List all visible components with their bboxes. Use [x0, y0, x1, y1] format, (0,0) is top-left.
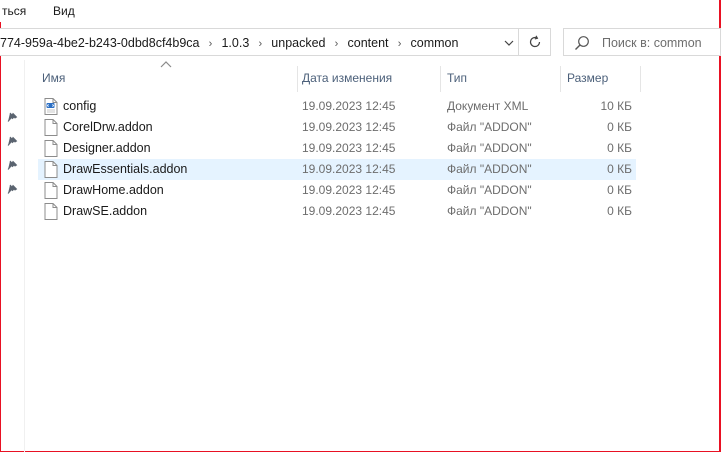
column-header-size[interactable]: Размер [563, 66, 639, 90]
chevron-right-icon[interactable]: › [249, 38, 271, 50]
chevron-right-icon[interactable]: › [326, 38, 348, 50]
file-date: 19.09.2023 12:45 [302, 141, 396, 155]
menu-bar: ться Вид [0, 0, 719, 22]
chevron-right-icon[interactable]: › [199, 38, 221, 50]
column-divider[interactable] [560, 66, 561, 92]
file-icon [44, 203, 58, 220]
file-type: Файл "ADDON" [447, 141, 532, 155]
file-date: 19.09.2023 12:45 [302, 162, 396, 176]
file-row[interactable]: DrawHome.addon 19.09.2023 12:45 Файл "ADDO… [38, 180, 636, 201]
file-size: 0 КБ [607, 120, 632, 134]
file-type: Файл "ADDON" [447, 183, 532, 197]
file-name: DrawSE.addon [63, 204, 148, 218]
file-date: 19.09.2023 12:45 [302, 183, 396, 197]
file-row[interactable]: CorelDrw.addon 19.09.2023 12:45 Файл "ADDO… [38, 117, 636, 138]
file-icon [44, 119, 58, 136]
file-name: DrawEssentials.addon [63, 162, 188, 176]
breadcrumb-item[interactable]: 774-959a-4be2-b243-0dbd8cf4b9ca [0, 36, 199, 50]
file-row[interactable]: DrawEssentials.addon 19.09.2023 12:45 Файл… [38, 159, 636, 180]
file-icon [44, 140, 58, 157]
file-size: 0 КБ [607, 183, 632, 197]
file-size: 0 КБ [607, 162, 632, 176]
menu-item-share[interactable]: ться [2, 4, 26, 18]
pin-icon[interactable] [6, 184, 18, 196]
breadcrumb: 774-959a-4be2-b243-0dbd8cf4b9ca › 1.0.3 › un… [0, 36, 458, 50]
file-date: 19.09.2023 12:45 [302, 99, 396, 113]
chevron-right-icon[interactable]: › [389, 38, 411, 50]
xml-file-icon [44, 98, 58, 115]
file-row[interactable]: DrawSE.addon 19.09.2023 12:45 Файл "ADDON"… [38, 201, 636, 222]
file-type: Файл "ADDON" [447, 120, 532, 134]
file-size: 0 КБ [607, 141, 632, 155]
file-date: 19.09.2023 12:45 [302, 120, 396, 134]
file-row[interactable]: config 19.09.2023 12:45 Документ XML 10 КБ [38, 96, 636, 117]
file-name: CorelDrw.addon [63, 120, 153, 134]
column-header-name[interactable]: Имя [38, 66, 296, 90]
chevron-down-icon[interactable] [500, 33, 518, 53]
address-bar[interactable]: 774-959a-4be2-b243-0dbd8cf4b9ca › 1.0.3 › un… [0, 28, 519, 56]
column-divider[interactable] [440, 66, 441, 92]
file-size: 10 КБ [600, 99, 632, 113]
file-size: 0 КБ [607, 204, 632, 218]
pin-icon[interactable] [6, 112, 18, 124]
breadcrumb-item[interactable]: content [348, 36, 389, 50]
file-name: DrawHome.addon [63, 183, 164, 197]
refresh-icon [529, 35, 540, 48]
search-icon [575, 36, 589, 50]
search-placeholder: Поиск в: common [602, 36, 702, 50]
file-name: config [63, 99, 97, 113]
search-input[interactable]: Поиск в: common [563, 28, 721, 56]
column-divider[interactable] [640, 66, 641, 92]
refresh-button[interactable] [519, 28, 551, 56]
file-type: Файл "ADDON" [447, 162, 532, 176]
pin-icon[interactable] [6, 136, 18, 148]
file-row[interactable]: Designer.addon 19.09.2023 12:45 Файл "ADDO… [38, 138, 636, 159]
breadcrumb-item[interactable]: 1.0.3 [221, 36, 249, 50]
breadcrumb-item[interactable]: unpacked [271, 36, 325, 50]
pin-icon[interactable] [6, 160, 18, 172]
column-header-date[interactable]: Дата изменения [298, 66, 439, 90]
file-icon [44, 182, 58, 199]
file-icon [44, 161, 58, 178]
breadcrumb-item[interactable]: common [411, 36, 459, 50]
file-type: Файл "ADDON" [447, 204, 532, 218]
menu-item-view[interactable]: Вид [53, 4, 75, 18]
file-type: Документ XML [447, 99, 529, 113]
file-date: 19.09.2023 12:45 [302, 204, 396, 218]
navigation-pane[interactable] [0, 60, 25, 452]
column-header-type[interactable]: Тип [443, 66, 559, 90]
address-row: 774-959a-4be2-b243-0dbd8cf4b9ca › 1.0.3 › un… [0, 26, 721, 60]
file-name: Designer.addon [63, 141, 151, 155]
